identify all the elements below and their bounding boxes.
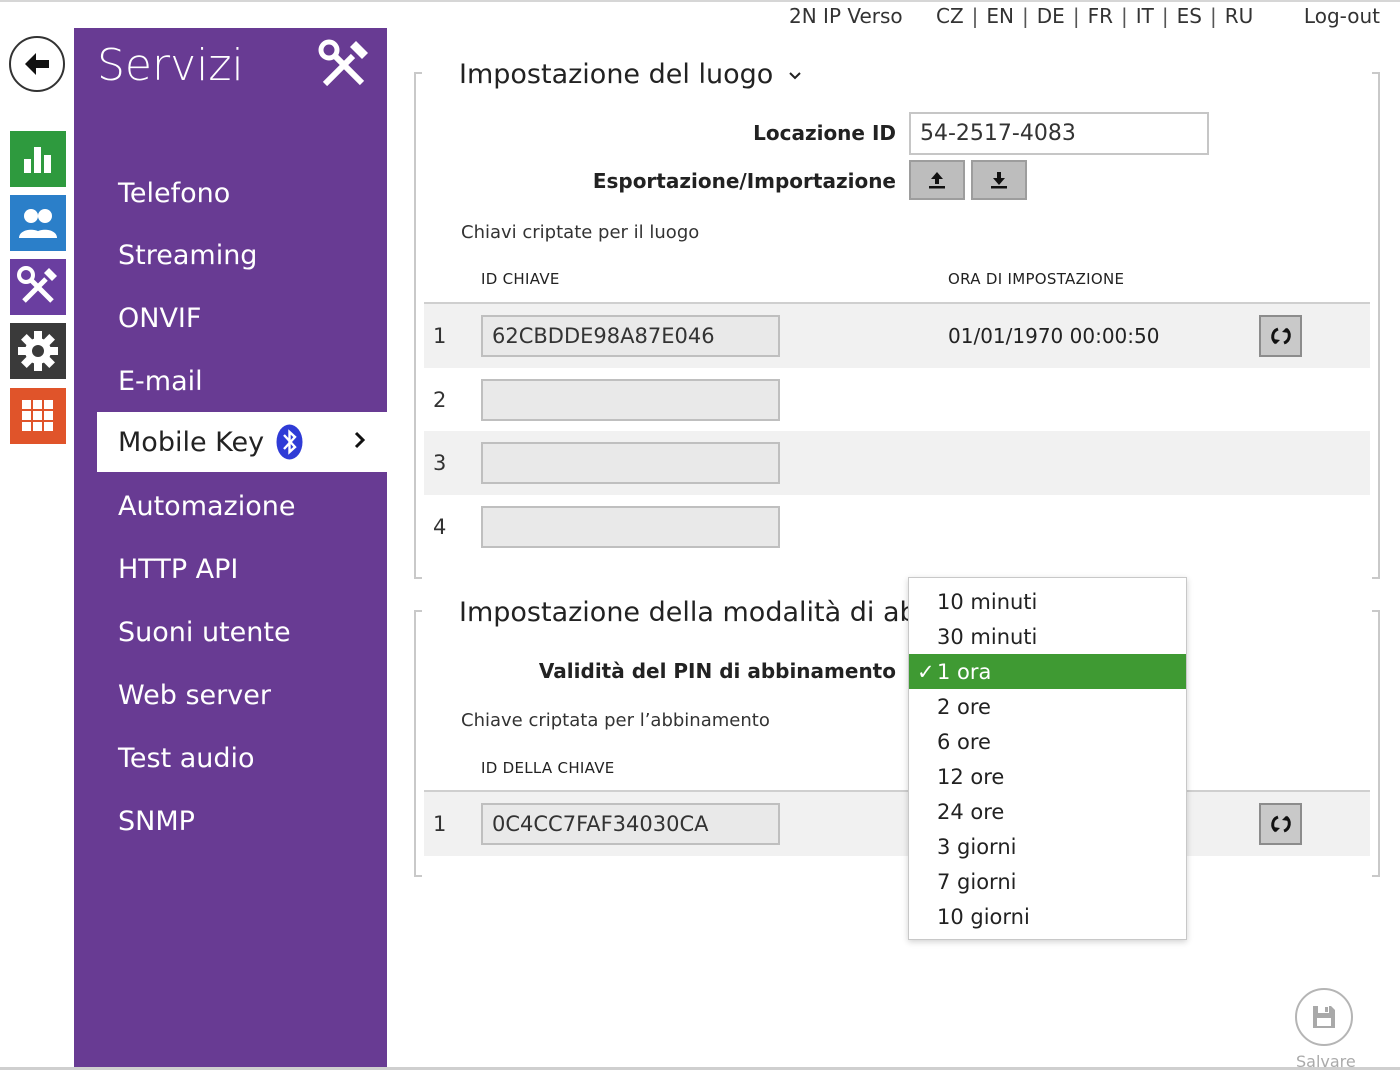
option-1-ora-selected[interactable]: ✓ 1 ora	[909, 654, 1186, 689]
col-key-id: ID CHIAVE	[481, 270, 560, 288]
sidebar-item-http-api[interactable]: HTTP API	[74, 539, 387, 599]
grid-icon	[22, 400, 53, 431]
set-time-value: 01/01/1970 00:00:50	[948, 324, 1160, 348]
services-sidebar: Servizi Telefono Streaming ONVIF E-mail …	[74, 28, 387, 1070]
bar-chart-icon	[24, 147, 51, 173]
sidebar-item-web-server[interactable]: Web server	[74, 665, 387, 725]
rail-users-button[interactable]	[10, 195, 66, 251]
back-arrow-icon	[25, 53, 49, 75]
tools-icon	[17, 266, 57, 303]
key-id-field[interactable]	[481, 379, 780, 421]
sidebar-item-snmp[interactable]: SNMP	[74, 791, 387, 851]
table-row: 2	[424, 368, 1370, 432]
option-7-giorni[interactable]: 7 giorni	[909, 864, 1186, 899]
sidebar-item-test-audio[interactable]: Test audio	[74, 728, 387, 788]
pin-validity-dropdown: 10 minuti 30 minuti ✓ 1 ora 2 ore 6 ore 1…	[908, 577, 1187, 940]
pairing-settings-title: Impostazione della modalità di abbin	[459, 597, 959, 628]
option-10-minuti[interactable]: 10 minuti	[909, 584, 1186, 619]
regenerate-pairing-key-button[interactable]	[1259, 803, 1302, 845]
option-12-ore[interactable]: 12 ore	[909, 759, 1186, 794]
col-pairing-key-id: ID DELLA CHIAVE	[481, 759, 615, 777]
key-id-field[interactable]	[481, 506, 780, 548]
sidebar-item-onvif[interactable]: ONVIF	[74, 288, 387, 348]
bluetooth-icon	[276, 424, 303, 460]
pairing-keys-subtitle: Chiave criptata per l’abbinamento	[461, 710, 770, 731]
lang-it[interactable]: IT	[1136, 4, 1154, 28]
option-24-ore[interactable]: 24 ore	[909, 794, 1186, 829]
key-id-field[interactable]: 62CBDDE98A87E046	[481, 315, 780, 357]
rail-services-button[interactable]	[10, 259, 66, 315]
upload-icon	[929, 172, 945, 189]
refresh-icon	[1270, 815, 1291, 833]
sidebar-item-telefono[interactable]: Telefono	[74, 163, 387, 223]
refresh-icon	[1270, 327, 1291, 345]
export-import-label: Esportazione/Importazione	[592, 169, 896, 193]
option-6-ore[interactable]: 6 ore	[909, 724, 1186, 759]
rail-status-button[interactable]	[10, 131, 66, 187]
table-row: 4	[424, 495, 1370, 559]
language-switcher: CZ | EN | DE | FR | IT | ES | RU	[936, 4, 1254, 28]
panel-bracket-right	[1372, 610, 1380, 877]
chevron-right-icon	[354, 431, 366, 449]
option-2-ore[interactable]: 2 ore	[909, 689, 1186, 724]
lang-de[interactable]: DE	[1037, 4, 1065, 28]
panel-bracket-left	[414, 72, 422, 579]
chevron-down-icon	[789, 71, 801, 79]
tools-icon	[318, 39, 368, 87]
location-id-label: Locazione ID	[753, 121, 896, 145]
rail-system-button[interactable]	[10, 388, 66, 444]
lang-cz[interactable]: CZ	[936, 4, 964, 28]
site-settings-title[interactable]: Impostazione del luogo	[459, 59, 802, 90]
sidebar-item-email[interactable]: E-mail	[74, 351, 387, 411]
lang-fr[interactable]: FR	[1088, 4, 1113, 28]
location-id-input[interactable]: 54-2517-4083	[909, 112, 1209, 155]
regenerate-key-button[interactable]	[1259, 315, 1302, 357]
site-keys-subtitle: Chiavi criptate per il luogo	[461, 222, 700, 243]
sidebar-item-mobile-key[interactable]: Mobile Key	[97, 412, 387, 472]
pairing-key-id-field[interactable]: 0C4CC7FAF34030CA	[481, 803, 780, 845]
option-10-giorni[interactable]: 10 giorni	[909, 899, 1186, 934]
key-id-field[interactable]	[481, 442, 780, 484]
device-name: 2N IP Verso	[789, 4, 903, 28]
logout-link[interactable]: Log-out	[1304, 4, 1380, 28]
rail-hardware-button[interactable]	[10, 323, 66, 379]
panel-bracket-right	[1372, 72, 1380, 579]
check-icon: ✓	[917, 659, 935, 684]
lang-en[interactable]: EN	[986, 4, 1014, 28]
export-button[interactable]	[909, 160, 965, 200]
lang-ru[interactable]: RU	[1225, 4, 1254, 28]
back-button[interactable]	[9, 36, 65, 92]
table-row: 1 62CBDDE98A87E046 01/01/1970 00:00:50	[424, 304, 1370, 368]
import-button[interactable]	[971, 160, 1027, 200]
lang-es[interactable]: ES	[1177, 4, 1202, 28]
sidebar-title: Servizi	[97, 40, 244, 91]
option-3-giorni[interactable]: 3 giorni	[909, 829, 1186, 864]
download-icon	[991, 172, 1007, 189]
pin-validity-label: Validità del PIN di abbinamento	[538, 659, 896, 683]
gear-icon	[18, 331, 58, 371]
col-set-time: ORA DI IMPOSTAZIONE	[948, 270, 1125, 288]
sidebar-item-automazione[interactable]: Automazione	[74, 476, 387, 536]
table-row: 3	[424, 431, 1370, 495]
panel-bracket-left	[414, 610, 422, 877]
floppy-icon	[1313, 1006, 1335, 1028]
top-border	[0, 0, 1400, 2]
sidebar-item-suoni-utente[interactable]: Suoni utente	[74, 602, 387, 662]
save-button[interactable]	[1295, 988, 1353, 1046]
option-30-minuti[interactable]: 30 minuti	[909, 619, 1186, 654]
sidebar-item-streaming[interactable]: Streaming	[74, 225, 387, 285]
users-icon	[19, 209, 57, 238]
table-row: 1 0C4CC7FAF34030CA	[424, 792, 1370, 856]
